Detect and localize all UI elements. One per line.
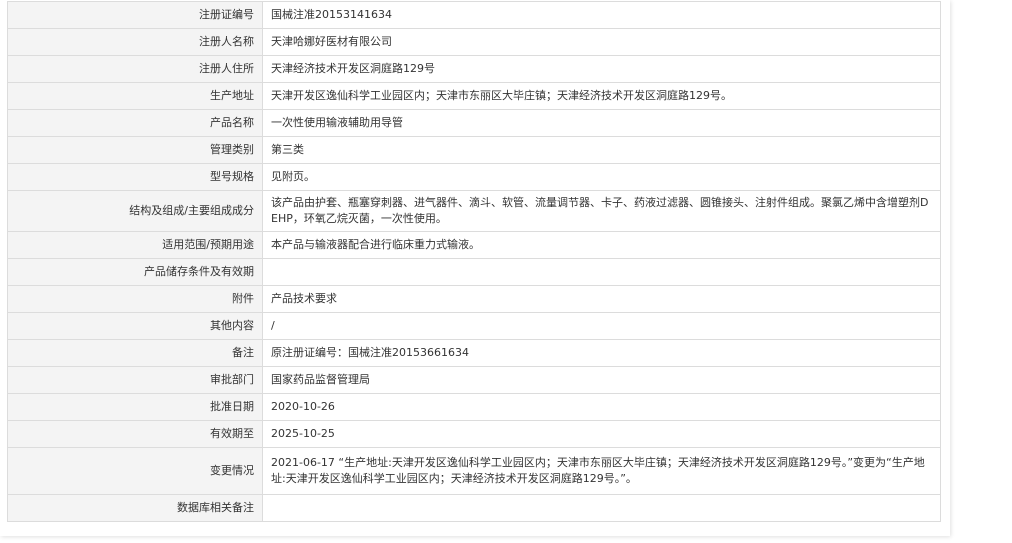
row-management-category: 管理类别 第三类 <box>7 136 941 164</box>
label-other-content: 其他内容 <box>7 312 263 340</box>
label-valid-until: 有效期至 <box>7 420 263 448</box>
row-model-spec: 型号规格 见附页。 <box>7 163 941 191</box>
label-registrant-address: 注册人住所 <box>7 55 263 83</box>
row-approval-date: 批准日期 2020-10-26 <box>7 393 941 421</box>
row-other-content: 其他内容 / <box>7 312 941 340</box>
row-remarks: 备注 原注册证编号：国械注准20153661634 <box>7 339 941 367</box>
value-other-content: / <box>262 312 941 340</box>
label-intended-use: 适用范围/预期用途 <box>7 231 263 259</box>
value-structure-composition: 该产品由护套、瓶塞穿刺器、进气器件、滴斗、软管、流量调节器、卡子、药液过滤器、圆… <box>262 190 941 232</box>
label-change-history: 变更情况 <box>7 447 263 495</box>
value-attachment: 产品技术要求 <box>262 285 941 313</box>
value-model-spec: 见附页。 <box>262 163 941 191</box>
label-registration-number: 注册证编号 <box>7 1 263 29</box>
content-panel: 注册证编号 国械注准20153141634 注册人名称 天津哈娜好医材有限公司 … <box>0 0 950 536</box>
value-intended-use: 本产品与输液器配合进行临床重力式输液。 <box>262 231 941 259</box>
label-product-name: 产品名称 <box>7 109 263 137</box>
row-approval-department: 审批部门 国家药品监督管理局 <box>7 366 941 394</box>
row-registrant-name: 注册人名称 天津哈娜好医材有限公司 <box>7 28 941 56</box>
row-change-history: 变更情况 2021-06-17 “生产地址:天津开发区逸仙科学工业园区内；天津市… <box>7 447 941 495</box>
value-approval-date: 2020-10-26 <box>262 393 941 421</box>
label-production-address: 生产地址 <box>7 82 263 110</box>
value-database-remarks <box>262 494 941 522</box>
row-registration-number: 注册证编号 国械注准20153141634 <box>7 1 941 29</box>
row-production-address: 生产地址 天津开发区逸仙科学工业园区内；天津市东丽区大毕庄镇；天津经济技术开发区… <box>7 82 941 110</box>
value-storage-conditions <box>262 258 941 286</box>
row-database-remarks: 数据库相关备注 <box>7 494 941 522</box>
row-valid-until: 有效期至 2025-10-25 <box>7 420 941 448</box>
value-change-history: 2021-06-17 “生产地址:天津开发区逸仙科学工业园区内；天津市东丽区大毕… <box>262 447 941 495</box>
label-database-remarks: 数据库相关备注 <box>7 494 263 522</box>
row-registrant-address: 注册人住所 天津经济技术开发区洞庭路129号 <box>7 55 941 83</box>
value-registration-number: 国械注准20153141634 <box>262 1 941 29</box>
label-structure-composition: 结构及组成/主要组成成分 <box>7 190 263 232</box>
label-approval-department: 审批部门 <box>7 366 263 394</box>
value-registrant-name: 天津哈娜好医材有限公司 <box>262 28 941 56</box>
row-intended-use: 适用范围/预期用途 本产品与输液器配合进行临床重力式输液。 <box>7 231 941 259</box>
value-production-address: 天津开发区逸仙科学工业园区内；天津市东丽区大毕庄镇；天津经济技术开发区洞庭路12… <box>262 82 941 110</box>
value-registrant-address: 天津经济技术开发区洞庭路129号 <box>262 55 941 83</box>
label-approval-date: 批准日期 <box>7 393 263 421</box>
row-storage-conditions: 产品储存条件及有效期 <box>7 258 941 286</box>
label-remarks: 备注 <box>7 339 263 367</box>
label-model-spec: 型号规格 <box>7 163 263 191</box>
label-management-category: 管理类别 <box>7 136 263 164</box>
value-valid-until: 2025-10-25 <box>262 420 941 448</box>
value-management-category: 第三类 <box>262 136 941 164</box>
row-structure-composition: 结构及组成/主要组成成分 该产品由护套、瓶塞穿刺器、进气器件、滴斗、软管、流量调… <box>7 190 941 232</box>
label-attachment: 附件 <box>7 285 263 313</box>
value-approval-department: 国家药品监督管理局 <box>262 366 941 394</box>
value-product-name: 一次性使用输液辅助用导管 <box>262 109 941 137</box>
value-remarks: 原注册证编号：国械注准20153661634 <box>262 339 941 367</box>
row-attachment: 附件 产品技术要求 <box>7 285 941 313</box>
label-registrant-name: 注册人名称 <box>7 28 263 56</box>
row-product-name: 产品名称 一次性使用输液辅助用导管 <box>7 109 941 137</box>
registration-detail-table: 注册证编号 国械注准20153141634 注册人名称 天津哈娜好医材有限公司 … <box>7 1 941 522</box>
label-storage-conditions: 产品储存条件及有效期 <box>7 258 263 286</box>
